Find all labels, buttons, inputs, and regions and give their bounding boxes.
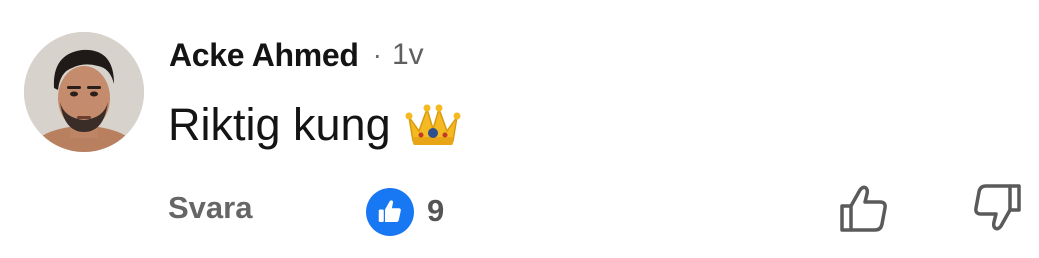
separator-dot: · xyxy=(372,39,382,70)
thumbs-up-icon[interactable] xyxy=(366,188,414,236)
author-name[interactable]: Acke Ahmed xyxy=(169,37,359,74)
comment-actions: Svara 9 xyxy=(0,180,1039,240)
comment-timestamp: 1v xyxy=(392,38,424,71)
avatar[interactable] xyxy=(24,32,144,152)
reaction-count: 9 xyxy=(427,193,445,228)
reply-button[interactable]: Svara xyxy=(168,190,252,226)
comment-body: Riktig kung xyxy=(168,96,461,154)
comment-header: Acke Ahmed · 1v xyxy=(169,34,424,76)
comment-text: Riktig kung xyxy=(168,99,391,150)
avatar-image xyxy=(24,32,144,152)
crown-icon xyxy=(405,101,461,149)
thumbs-down-outline-icon[interactable] xyxy=(969,180,1025,236)
thumbs-up-outline-icon[interactable] xyxy=(836,180,892,236)
